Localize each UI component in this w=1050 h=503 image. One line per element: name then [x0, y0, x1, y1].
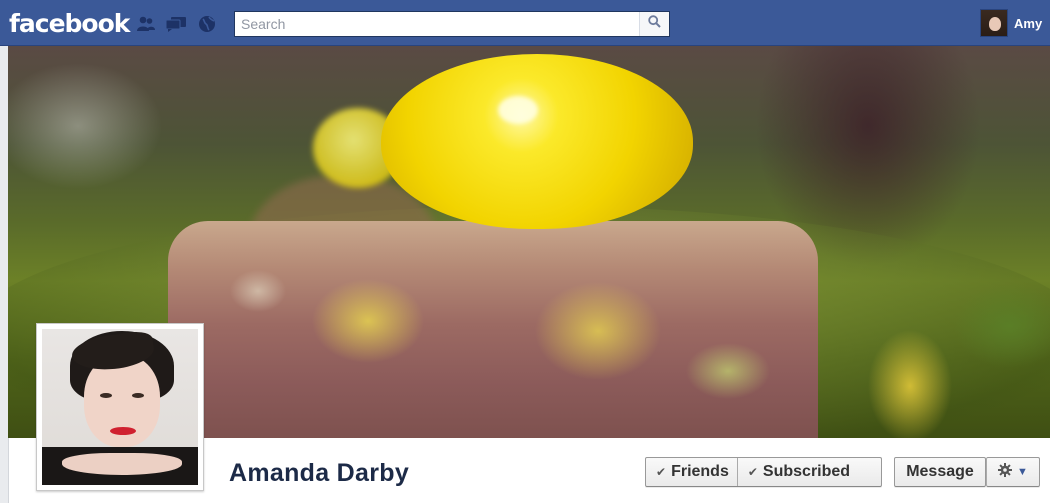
top-navigation-bar: facebook Search Amy: [0, 0, 1050, 46]
caret-down-icon: ▼: [1017, 466, 1028, 478]
search-bar: [234, 11, 670, 37]
friends-button-label: Friends: [671, 463, 729, 480]
settings-dropdown-button[interactable]: ▼: [986, 457, 1040, 487]
friend-requests-icon[interactable]: [135, 15, 157, 33]
profile-photo: [42, 329, 198, 485]
check-icon: ✔: [747, 465, 758, 479]
search-button[interactable]: [639, 12, 669, 36]
message-button-label: Message: [906, 463, 974, 480]
avatar: [980, 9, 1008, 37]
user-name: Amy: [1014, 15, 1043, 31]
search-icon: [648, 15, 661, 33]
subscribed-button-label: Subscribed: [762, 463, 851, 480]
subscribed-button[interactable]: ✔ Subscribed: [736, 458, 858, 486]
profile-picture[interactable]: [36, 323, 204, 491]
check-icon: ✔: [656, 465, 667, 479]
friends-button[interactable]: ✔ Friends: [646, 458, 737, 486]
facebook-logo[interactable]: facebook: [9, 9, 130, 38]
messages-icon[interactable]: [165, 15, 187, 33]
search-input[interactable]: [235, 12, 639, 36]
profile-name: Amanda Darby: [229, 459, 410, 487]
friend-subscribe-button-group: ✔ Friends ✔ Subscribed: [645, 457, 882, 487]
notifications-globe-icon[interactable]: [196, 15, 218, 33]
gear-icon: [998, 462, 1013, 482]
user-profile-link[interactable]: Amy: [980, 9, 1042, 37]
message-button[interactable]: Message: [894, 457, 986, 487]
